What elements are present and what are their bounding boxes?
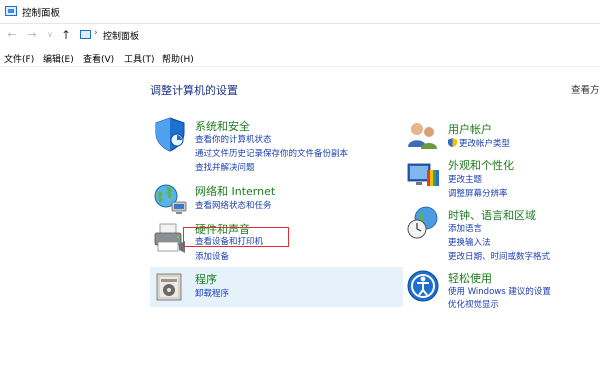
up-button[interactable]: ↑ [58,27,74,43]
link-uninstall-program[interactable]: 卸载程序 [195,287,229,299]
breadcrumb-control-panel[interactable]: 控制面板 [103,29,139,42]
category-title[interactable]: 时钟、语言和区域 [448,207,536,223]
page-title: 调整计算机的设置 [150,84,238,97]
category-ease-of-access: 轻松使用 使用 Windows 建议的设置 优化视觉显示 [405,268,595,312]
shield-icon [155,117,185,152]
link-change-account-type[interactable]: 更改帐户类型 [448,137,510,149]
menu-tools[interactable]: 工具(T) [124,52,155,65]
category-title[interactable]: 系统和安全 [195,118,250,134]
category-programs: 程序 卸载程序 [152,269,382,305]
link-view-computer-status[interactable]: 查看你的计算机状态 [195,133,272,145]
window-title: 控制面板 [22,8,61,19]
highlight-annotation-box [183,227,289,247]
users-icon [408,123,437,149]
link-change-date-time-format[interactable]: 更改日期、时间或数字格式 [448,250,550,262]
category-user-accounts: 用户帐户 更改帐户类型 [405,119,595,155]
chevron-right-icon[interactable]: › [94,28,98,38]
link-add-language[interactable]: 添加语言 [448,222,482,234]
link-change-theme[interactable]: 更改主题 [448,173,482,185]
link-optimize-visual-display[interactable]: 优化视觉显示 [448,298,499,310]
link-use-windows-recommended[interactable]: 使用 Windows 建议的设置 [448,285,551,297]
link-troubleshoot[interactable]: 查找并解决问题 [195,161,255,173]
globe-network-icon [154,184,187,214]
control-panel-icon [5,6,17,16]
control-panel-content: 调整计算机的设置 查看方 系统和安全 查看你的计算机状态 通过文件历史记录保存你… [0,68,600,368]
link-adjust-resolution[interactable]: 调整屏幕分辨率 [448,187,508,199]
category-title[interactable]: 网络和 Internet [195,183,275,199]
menu-help[interactable]: 帮助(H) [162,52,194,65]
link-label: 更改帐户类型 [459,139,511,149]
category-network-internet: 网络和 Internet 查看网络状态和任务 [152,181,382,217]
accessibility-icon [407,270,439,302]
link-change-input-method[interactable]: 更换输入法 [448,236,491,248]
link-file-history-backup[interactable]: 通过文件历史记录保存你的文件备份副本 [195,147,348,159]
forward-button[interactable]: → [24,27,40,43]
category-title[interactable]: 外观和个性化 [448,157,514,173]
menu-edit[interactable]: 编辑(E) [43,52,74,65]
link-network-status-tasks[interactable]: 查看网络状态和任务 [195,199,272,211]
title-bar: 控制面板 [0,0,600,22]
menu-bar: 文件(F) 编辑(E) 查看(V) 工具(T) 帮助(H) [0,47,600,67]
back-button[interactable]: ← [4,27,20,43]
category-clock-language-region: 时钟、语言和区域 添加语言 更换输入法 更改日期、时间或数字格式 [405,205,595,262]
program-box-icon [156,273,182,301]
recent-locations-dropdown[interactable]: ∨ [42,27,58,43]
menu-view[interactable]: 查看(V) [83,52,114,65]
view-by-label[interactable]: 查看方 [571,82,600,96]
category-title[interactable]: 轻松使用 [448,270,492,286]
category-title[interactable]: 程序 [195,271,217,287]
control-panel-icon [80,30,91,39]
clock-globe-icon [407,206,438,239]
link-add-device[interactable]: 添加设备 [195,250,229,262]
monitor-paint-icon [407,163,439,186]
menu-file[interactable]: 文件(F) [4,52,34,65]
address-bar: ← → ∨ ↑ › 控制面板 [0,23,600,45]
category-appearance: 外观和个性化 更改主题 调整屏幕分辨率 [405,156,595,200]
uac-shield-icon [448,138,457,147]
category-title[interactable]: 用户帐户 [448,121,492,137]
category-system-security: 系统和安全 查看你的计算机状态 通过文件历史记录保存你的文件备份副本 查找并解决… [152,116,382,176]
